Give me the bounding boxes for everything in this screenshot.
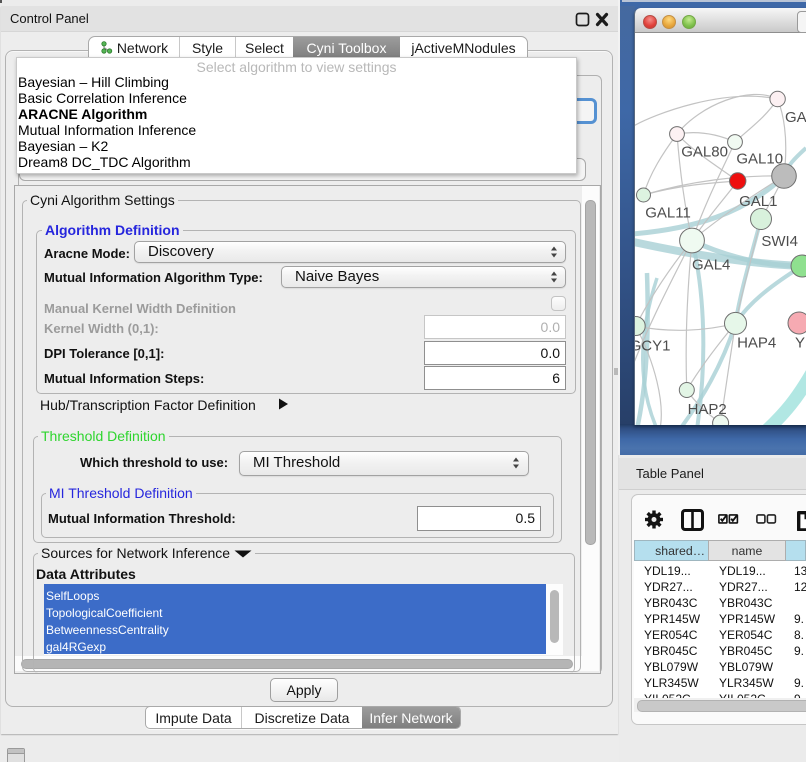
svg-text:YD: YD [795, 335, 806, 352]
svg-text:SWI4: SWI4 [761, 233, 798, 250]
svg-text:GAL10: GAL10 [736, 151, 783, 168]
svg-text:GCY1: GCY1 [635, 338, 670, 355]
svg-text:GAL4: GAL4 [692, 257, 730, 274]
svg-text:GAL1: GAL1 [739, 193, 777, 210]
svg-text:GAL7: GAL7 [785, 109, 806, 126]
svg-text:GAL11: GAL11 [645, 205, 691, 222]
svg-text:HAP4: HAP4 [737, 335, 776, 352]
svg-text:GAL80: GAL80 [681, 144, 728, 161]
svg-text:HAP2: HAP2 [688, 401, 727, 418]
